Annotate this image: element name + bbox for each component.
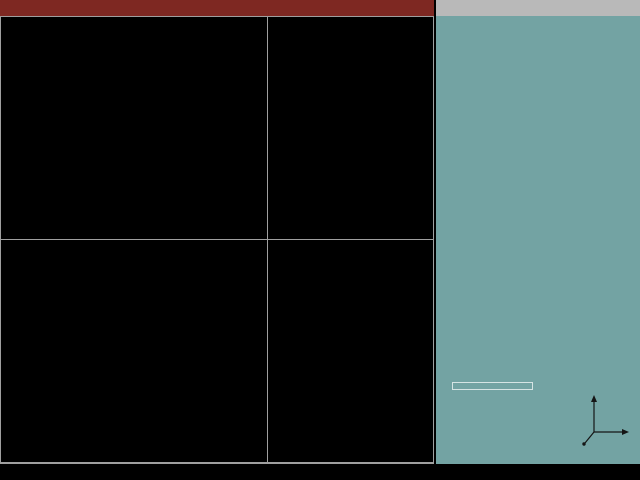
- viewport-mode-1-side[interactable]: [1, 17, 267, 239]
- axis-indicator: [578, 388, 636, 454]
- viewport-grid: [0, 16, 434, 464]
- file-bar: [436, 0, 640, 16]
- mode-list: [436, 23, 640, 31]
- axis-arrows-icon: [585, 401, 624, 443]
- viewport-mode-2-axial[interactable]: [268, 240, 433, 462]
- results-panel: [436, 16, 640, 464]
- mesh-canvas: [268, 17, 433, 239]
- mesh-canvas: [1, 240, 267, 462]
- mode-item-4[interactable]: [436, 29, 640, 31]
- mesh-canvas: [268, 240, 433, 462]
- viewport-mode-2-side[interactable]: [1, 240, 267, 462]
- viewport-mode-1-axial[interactable]: [268, 17, 433, 239]
- mesh-canvas: [1, 17, 267, 239]
- rotation-readout: [452, 382, 533, 390]
- title-bar: [0, 0, 434, 16]
- scale-readout: [436, 16, 640, 23]
